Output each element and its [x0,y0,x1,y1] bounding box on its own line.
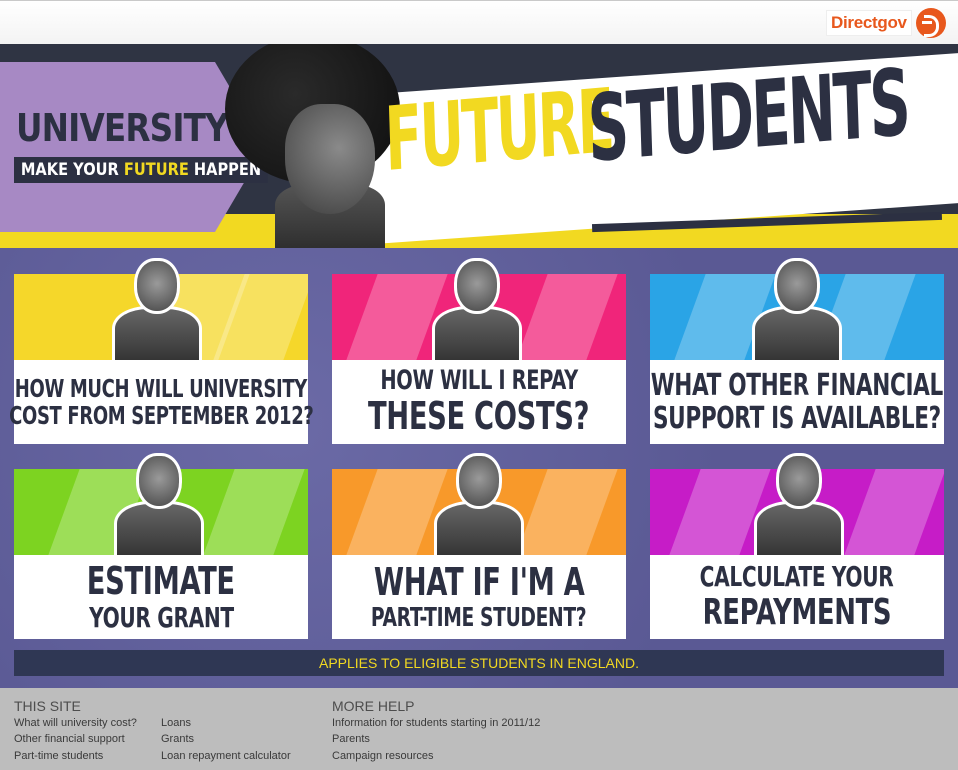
tile-caption: CALCULATE YOUR REPAYMENTS [650,555,944,639]
portrait-body [432,306,522,362]
portrait-head [454,258,500,314]
student-portrait-icon [432,258,522,368]
footer-link-2011-students[interactable]: Information for students starting in 201… [332,717,540,729]
portrait-head [136,453,182,509]
student-portrait-icon [114,453,204,563]
footer-link-grants[interactable]: Grants [161,733,194,745]
tile-caption: HOW WILL I REPAY THESE COSTS? [332,360,626,444]
tile-financial-support[interactable]: WHAT OTHER FINANCIAL SUPPORT IS AVAILABL… [650,258,944,444]
tile-caption-line2: COST FROM SEPTEMBER 2012? [8,401,314,430]
tile-caption-line1: WHAT IF I'M A [373,559,585,604]
footer-link-university-cost[interactable]: What will university cost? [14,717,137,729]
hero-banner: UNIVERSITY MAKE YOUR FUTURE HAPPEN FUTUR… [0,44,958,248]
portrait-body [112,306,202,362]
portrait-head [456,453,502,509]
footer-link-loans[interactable]: Loans [161,717,191,729]
tile-caption-line1: HOW WILL I REPAY [380,365,578,397]
tile-repay-costs[interactable]: HOW WILL I REPAY THESE COSTS? [332,258,626,444]
tile-caption: ESTIMATE YOUR GRANT [14,555,308,639]
tile-caption-line1: CALCULATE YOUR [700,559,894,593]
tile-caption-line1: WHAT OTHER FINANCIAL [650,368,944,403]
footer-link-financial-support[interactable]: Other financial support [14,733,125,745]
portrait-head [776,453,822,509]
tile-ray [516,274,618,360]
hero-face [285,104,375,214]
portrait-body [114,501,204,557]
tile-university-cost[interactable]: HOW MUCH WILL UNIVERSITY COST FROM SEPTE… [9,258,314,444]
footer-link-repayment-calculator[interactable]: Loan repayment calculator [161,750,291,762]
directgov-logo-text: Directgov [826,10,912,36]
footer-heading-this-site: THIS SITE [14,698,81,714]
footer-heading-more-help: MORE HELP [332,698,415,714]
tagline-highlight: FUTURE [123,160,189,180]
tagline-part1: MAKE YOUR [20,160,124,180]
tile-caption: WHAT OTHER FINANCIAL SUPPORT IS AVAILABL… [650,360,944,444]
footer-link-part-time[interactable]: Part-time students [14,750,103,762]
eligibility-notice-text: APPLIES TO ELIGIBLE STUDENTS IN ENGLAND. [318,655,640,671]
tile-caption: WHAT IF I'M A PART-TIME STUDENT? [332,555,626,639]
tile-caption-line2: REPAYMENTS [702,591,892,633]
student-portrait-icon [434,453,524,563]
portrait-body [754,501,844,557]
tile-caption-line2: THESE COSTS? [368,393,590,438]
footer-link-campaign-resources[interactable]: Campaign resources [332,750,434,762]
tile-caption: HOW MUCH WILL UNIVERSITY COST FROM SEPTE… [9,360,314,444]
portrait-body [752,306,842,362]
tile-calculate-repayments[interactable]: CALCULATE YOUR REPAYMENTS [650,453,944,639]
tile-caption-line1: ESTIMATE [86,558,235,603]
student-portrait-icon [752,258,842,368]
directgov-d-icon [915,8,946,38]
tile-estimate-grant[interactable]: ESTIMATE YOUR GRANT [14,453,308,639]
hero-portrait-image [225,44,400,248]
student-portrait-icon [754,453,844,563]
portrait-head [774,258,820,314]
eligibility-notice: APPLIES TO ELIGIBLE STUDENTS IN ENGLAND. [14,650,944,676]
tile-ray [346,469,448,555]
tile-caption-line2: PART-TIME STUDENT? [371,602,587,633]
title-future: FUTURE [383,68,614,191]
footer: THIS SITE What will university cost? Oth… [0,688,958,770]
top-bar: Directgov [0,0,958,44]
tile-ray [203,469,305,555]
tile-ray [516,469,618,555]
tile-caption-line2: YOUR GRANT [88,600,234,634]
portrait-body [434,501,524,557]
portrait-head [134,258,180,314]
title-students: STUDENTS [586,49,910,183]
tile-caption-line1: HOW MUCH WILL UNIVERSITY [14,373,308,403]
tile-caption-line2: SUPPORT IS AVAILABLE? [653,401,941,436]
university-title: UNIVERSITY [16,106,229,150]
tile-part-time[interactable]: WHAT IF I'M A PART-TIME STUDENT? [332,453,626,639]
directgov-logo[interactable]: Directgov [826,6,950,40]
footer-link-parents[interactable]: Parents [332,733,370,745]
tile-ray [844,469,944,555]
student-portrait-icon [112,258,202,368]
